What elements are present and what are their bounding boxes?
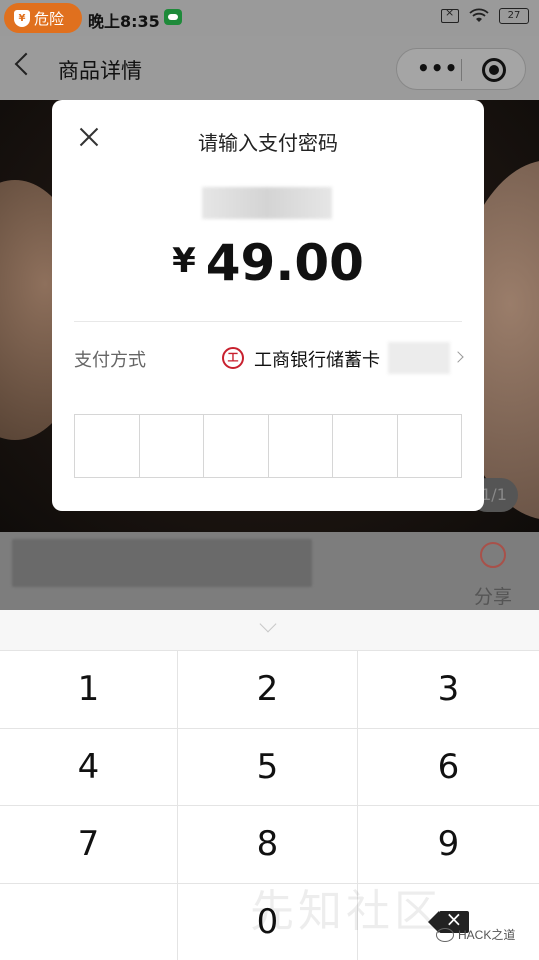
bank-card-name[interactable]: 工商银行储蓄卡 [254, 346, 380, 372]
card-number-redacted [388, 342, 450, 374]
status-time: 晚上8:35 [88, 12, 160, 31]
sim-off-icon [441, 6, 459, 23]
key-4[interactable]: 4 [0, 728, 178, 806]
key-6[interactable]: 6 [358, 728, 539, 806]
share-label[interactable]: 分享 [474, 582, 512, 609]
password-digit-box [269, 415, 333, 477]
status-icons: 27 [441, 6, 529, 24]
nav-bar: 商品详情 ••• [0, 36, 539, 100]
chevron-down-icon[interactable] [259, 615, 277, 633]
share-icon[interactable] [480, 542, 506, 568]
target-circle-icon[interactable] [482, 58, 506, 82]
password-input[interactable] [74, 414, 462, 478]
key-9[interactable]: 9 [358, 806, 539, 884]
key-7[interactable]: 7 [0, 806, 178, 884]
password-digit-box [204, 415, 269, 477]
payment-amount: ¥49.00 [52, 234, 484, 292]
danger-label: 危险 [34, 9, 65, 28]
key-3[interactable]: 3 [358, 651, 539, 729]
brand-text: HACK之道 [458, 928, 516, 942]
payment-method-label: 支付方式 [74, 350, 146, 371]
back-arrow-icon[interactable] [14, 52, 38, 76]
amount-value: 49.00 [205, 234, 364, 292]
mini-program-capsule: ••• [396, 48, 526, 90]
wifi-icon [469, 8, 489, 22]
chevron-right-icon[interactable] [452, 351, 464, 363]
watermark-text: 先知社区 [250, 886, 442, 937]
capsule-divider [461, 59, 462, 81]
more-dots-icon[interactable]: ••• [417, 58, 458, 78]
merchant-name-redacted [202, 187, 332, 219]
key-blank [0, 883, 178, 960]
product-title-redacted [12, 539, 312, 587]
dialog-title: 请输入支付密码 [198, 131, 338, 155]
key-8[interactable]: 8 [178, 806, 358, 884]
password-digit-box [75, 415, 140, 477]
danger-badge[interactable]: ¥ 危险 [4, 3, 82, 33]
key-5[interactable]: 5 [178, 728, 358, 806]
payment-password-dialog: 请输入支付密码 ¥49.00 支付方式 工 工商银行储蓄卡 [52, 100, 484, 511]
page-title: 商品详情 [58, 59, 142, 83]
status-bar: ¥ 危险 晚上8:35 27 [0, 0, 539, 36]
icbc-bank-icon: 工 [222, 347, 244, 369]
divider [74, 321, 462, 322]
keypad-collapse-bar[interactable] [0, 610, 539, 650]
password-digit-box [333, 415, 398, 477]
product-info: 分享 [0, 532, 539, 610]
cloud-icon [164, 9, 182, 25]
password-digit-box [140, 415, 204, 477]
password-digit-box [398, 415, 462, 477]
battery-indicator: 27 [499, 8, 529, 24]
wechat-icon [436, 927, 454, 942]
shield-icon: ¥ [14, 9, 30, 27]
key-1[interactable]: 1 [0, 651, 178, 729]
currency-symbol: ¥ [172, 241, 196, 281]
key-2[interactable]: 2 [178, 651, 358, 729]
brand-watermark: HACK之道 [436, 926, 515, 943]
